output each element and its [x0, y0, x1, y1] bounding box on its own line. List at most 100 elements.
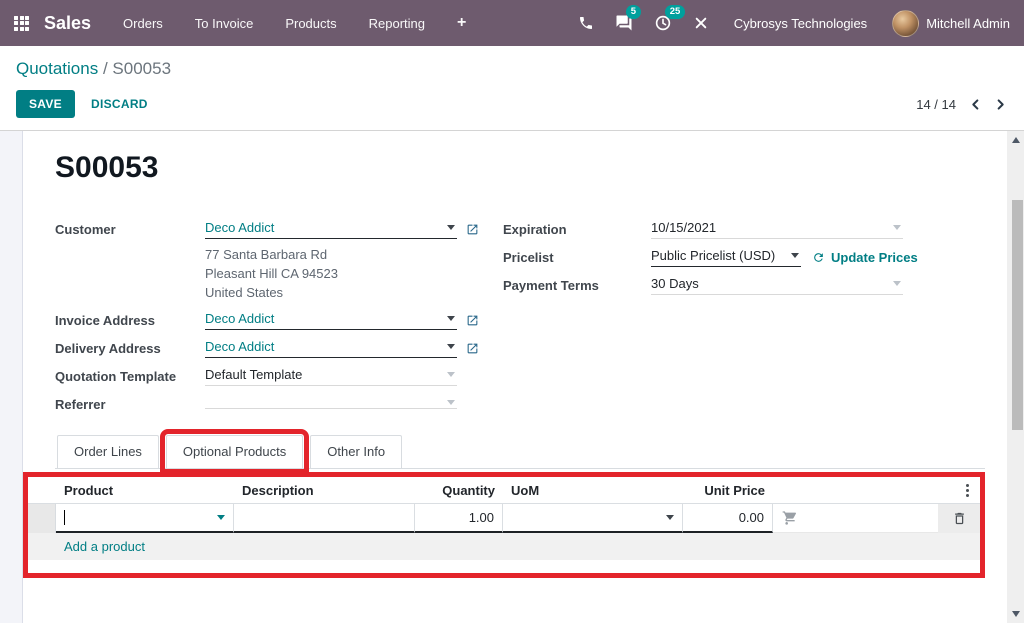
quotation-template-label: Quotation Template [55, 369, 205, 384]
expiration-label: Expiration [503, 222, 651, 237]
quantity-input[interactable]: 1.00 [415, 504, 503, 533]
pager-previous-icon[interactable] [968, 97, 983, 112]
table-row: 1.00 0.00 [28, 504, 980, 533]
pricelist-label: Pricelist [503, 250, 651, 265]
chevron-down-icon[interactable] [447, 316, 455, 321]
tab-optional-products[interactable]: Optional Products [166, 435, 303, 468]
apps-grid-icon[interactable] [14, 16, 29, 31]
quotation-template-field[interactable]: Default Template [205, 367, 457, 386]
customer-label: Customer [55, 222, 205, 237]
product-input[interactable] [56, 504, 234, 533]
delete-row-button[interactable] [938, 504, 980, 533]
chevron-down-icon[interactable] [893, 281, 901, 286]
pager-value[interactable]: 14 / 14 [916, 97, 956, 112]
description-input[interactable] [234, 504, 415, 533]
unit-price-value: 0.00 [739, 510, 764, 525]
optional-columns-icon[interactable] [958, 484, 980, 497]
save-button[interactable]: SAVE [16, 90, 75, 118]
invoice-address-value[interactable]: Deco Addict [205, 311, 439, 326]
payment-terms-value[interactable]: 30 Days [651, 276, 885, 291]
uom-input[interactable] [503, 504, 683, 533]
menu-orders[interactable]: Orders [123, 16, 163, 31]
invoice-address-external-link-icon[interactable] [466, 314, 479, 327]
row-spacer [807, 504, 938, 533]
tools-icon[interactable] [693, 15, 709, 31]
tab-other-info[interactable]: Other Info [310, 435, 402, 468]
chevron-down-icon[interactable] [217, 515, 225, 520]
delivery-address-external-link-icon[interactable] [466, 342, 479, 355]
left-gutter [0, 131, 23, 623]
chevron-down-icon[interactable] [447, 344, 455, 349]
messages-badge: 5 [626, 5, 641, 19]
header-uom: UoM [503, 483, 683, 498]
table-bottom-spacer [28, 560, 980, 573]
address-line-2: Pleasant Hill CA 94523 [205, 264, 475, 283]
app-title[interactable]: Sales [44, 13, 91, 34]
invoice-address-label: Invoice Address [55, 313, 205, 328]
payment-terms-field[interactable]: 30 Days [651, 276, 903, 295]
user-menu[interactable]: Mitchell Admin [892, 10, 1010, 37]
update-prices-button[interactable]: Update Prices [812, 250, 918, 265]
discard-button[interactable]: DISCARD [91, 97, 148, 111]
record-pager: 14 / 14 [916, 97, 1008, 112]
top-navbar: Sales Orders To Invoice Products Reporti… [0, 0, 1024, 46]
header-unit-price: Unit Price [683, 483, 773, 498]
menu-to-invoice[interactable]: To Invoice [195, 16, 254, 31]
breadcrumb-current: S00053 [112, 59, 171, 78]
page-title: S00053 [55, 151, 985, 185]
menu-plus-icon[interactable]: + [457, 14, 466, 32]
customer-value[interactable]: Deco Addict [205, 220, 439, 235]
address-line-3: United States [205, 283, 475, 302]
activities-clock-icon[interactable]: 25 [654, 14, 672, 32]
trash-icon [952, 511, 967, 526]
pricelist-value[interactable]: Public Pricelist (USD) [651, 248, 783, 263]
referrer-label: Referrer [55, 397, 205, 412]
expiration-value[interactable]: 10/15/2021 [651, 220, 885, 235]
form-sheet: S00053 Customer Deco Addict [23, 131, 1007, 623]
chevron-down-icon[interactable] [447, 225, 455, 230]
form-left-column: Customer Deco Addict 77 Santa Barbara Rd… [55, 215, 475, 418]
chevron-down-icon[interactable] [666, 515, 674, 520]
unit-price-input[interactable]: 0.00 [683, 504, 773, 533]
menu-products[interactable]: Products [285, 16, 336, 31]
chevron-down-icon[interactable] [447, 400, 455, 405]
phone-icon[interactable] [578, 15, 594, 31]
form-view: S00053 Customer Deco Addict [0, 131, 1024, 623]
user-avatar [892, 10, 919, 37]
messages-icon[interactable]: 5 [615, 14, 633, 32]
navbar-systray: 5 25 Cybrosys Technologies Mitchell Admi… [578, 10, 1010, 37]
tab-order-lines[interactable]: Order Lines [57, 435, 159, 468]
pricelist-field[interactable]: Public Pricelist (USD) [651, 248, 801, 267]
invoice-address-field[interactable]: Deco Addict [205, 311, 457, 330]
chevron-down-icon[interactable] [447, 372, 455, 377]
vertical-scrollbar[interactable] [1007, 131, 1024, 623]
delivery-address-value[interactable]: Deco Addict [205, 339, 439, 354]
header-quantity: Quantity [415, 483, 503, 498]
scroll-down-arrow-icon[interactable] [1012, 611, 1020, 617]
chevron-down-icon[interactable] [791, 253, 799, 258]
customer-external-link-icon[interactable] [466, 223, 479, 236]
add-to-order-cart-icon[interactable] [773, 504, 807, 533]
header-description: Description [234, 483, 415, 498]
chevron-down-icon[interactable] [893, 225, 901, 230]
pager-next-icon[interactable] [993, 97, 1008, 112]
expiration-field[interactable]: 10/15/2021 [651, 220, 903, 239]
optional-products-annotation-box: Product Description Quantity UoM Unit Pr… [23, 472, 985, 578]
scrollbar-thumb[interactable] [1012, 200, 1023, 430]
referrer-field[interactable] [205, 400, 457, 409]
quantity-value: 1.00 [469, 510, 494, 525]
header-product: Product [56, 483, 234, 498]
user-name: Mitchell Admin [926, 16, 1010, 31]
breadcrumb-quotations-link[interactable]: Quotations [16, 59, 98, 78]
row-drag-handle[interactable] [28, 504, 56, 533]
delivery-address-field[interactable]: Deco Addict [205, 339, 457, 358]
address-line-1: 77 Santa Barbara Rd [205, 245, 475, 264]
scroll-up-arrow-icon[interactable] [1012, 137, 1020, 143]
quotation-template-value[interactable]: Default Template [205, 367, 439, 382]
table-header-row: Product Description Quantity UoM Unit Pr… [28, 477, 980, 504]
company-switcher[interactable]: Cybrosys Technologies [734, 16, 867, 31]
customer-field[interactable]: Deco Addict [205, 220, 457, 239]
menu-reporting[interactable]: Reporting [369, 16, 425, 31]
add-a-product-link[interactable]: Add a product [28, 533, 980, 560]
control-panel: Quotations / S00053 SAVE DISCARD 14 / 14 [0, 46, 1024, 131]
